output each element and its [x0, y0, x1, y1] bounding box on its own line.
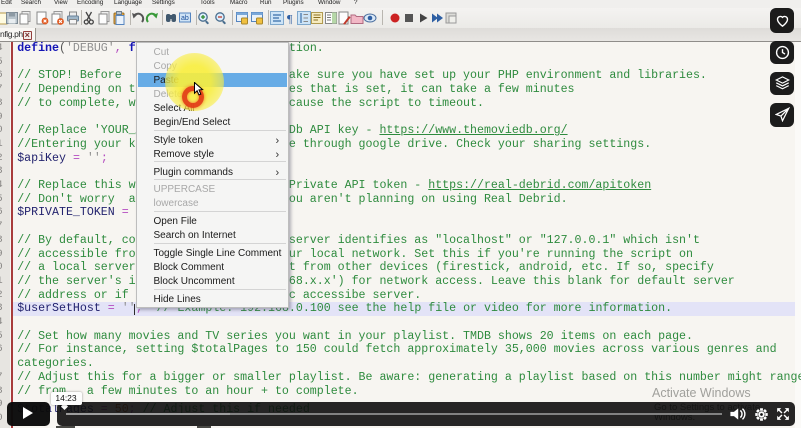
- svg-text:ab: ab: [181, 15, 189, 22]
- svg-text:¶: ¶: [287, 11, 293, 25]
